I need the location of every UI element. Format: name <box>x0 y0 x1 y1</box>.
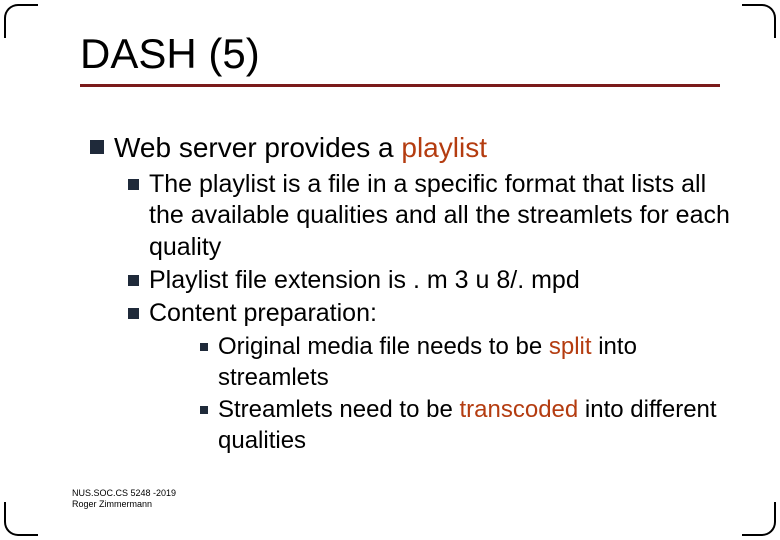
bullet-lvl3: Original media file needs to be split in… <box>200 331 740 393</box>
bullet-lvl2: The playlist is a file in a specific for… <box>128 169 740 263</box>
square-bullet-icon <box>200 406 208 414</box>
bullet-text: Playlist file extension is . m 3 u 8/. m… <box>149 265 580 296</box>
slide-body: Web server provides a playlist The playl… <box>90 130 740 456</box>
footer-course-code: NUS.SOC.CS 5248 -2019 <box>72 488 176 499</box>
text-fragment: Web server provides a <box>114 132 401 163</box>
slide-title: DASH (5) <box>80 30 720 87</box>
bullet-lvl1: Web server provides a playlist <box>90 130 740 165</box>
highlight-text: playlist <box>401 132 487 163</box>
bullet-text: Original media file needs to be split in… <box>218 331 740 393</box>
bullet-lvl3-group: Original media file needs to be split in… <box>200 331 740 456</box>
highlight-text: transcoded <box>459 396 578 423</box>
corner-decoration <box>4 4 38 38</box>
text-fragment: Original media file needs to be <box>218 333 549 360</box>
bullet-text: Streamlets need to be transcoded into di… <box>218 394 740 456</box>
bullet-text: Content preparation: <box>149 298 377 329</box>
text-fragment: Streamlets need to be <box>218 396 459 423</box>
corner-decoration <box>4 502 38 536</box>
square-bullet-icon <box>128 179 139 190</box>
square-bullet-icon <box>200 343 208 351</box>
bullet-lvl2-group: The playlist is a file in a specific for… <box>128 169 740 456</box>
highlight-text: split <box>549 333 592 360</box>
footer-author: Roger Zimmermann <box>72 499 176 510</box>
square-bullet-icon <box>128 308 139 319</box>
bullet-lvl2: Content preparation: <box>128 298 740 329</box>
bullet-lvl2: Playlist file extension is . m 3 u 8/. m… <box>128 265 740 296</box>
bullet-lvl3: Streamlets need to be transcoded into di… <box>200 394 740 456</box>
slide: DASH (5) Web server provides a playlist … <box>0 0 780 540</box>
square-bullet-icon <box>128 275 139 286</box>
bullet-text: The playlist is a file in a specific for… <box>149 169 740 263</box>
corner-decoration <box>742 4 776 38</box>
footer: NUS.SOC.CS 5248 -2019 Roger Zimmermann <box>72 488 176 510</box>
square-bullet-icon <box>90 140 104 154</box>
bullet-text: Web server provides a playlist <box>114 130 487 165</box>
corner-decoration <box>742 502 776 536</box>
